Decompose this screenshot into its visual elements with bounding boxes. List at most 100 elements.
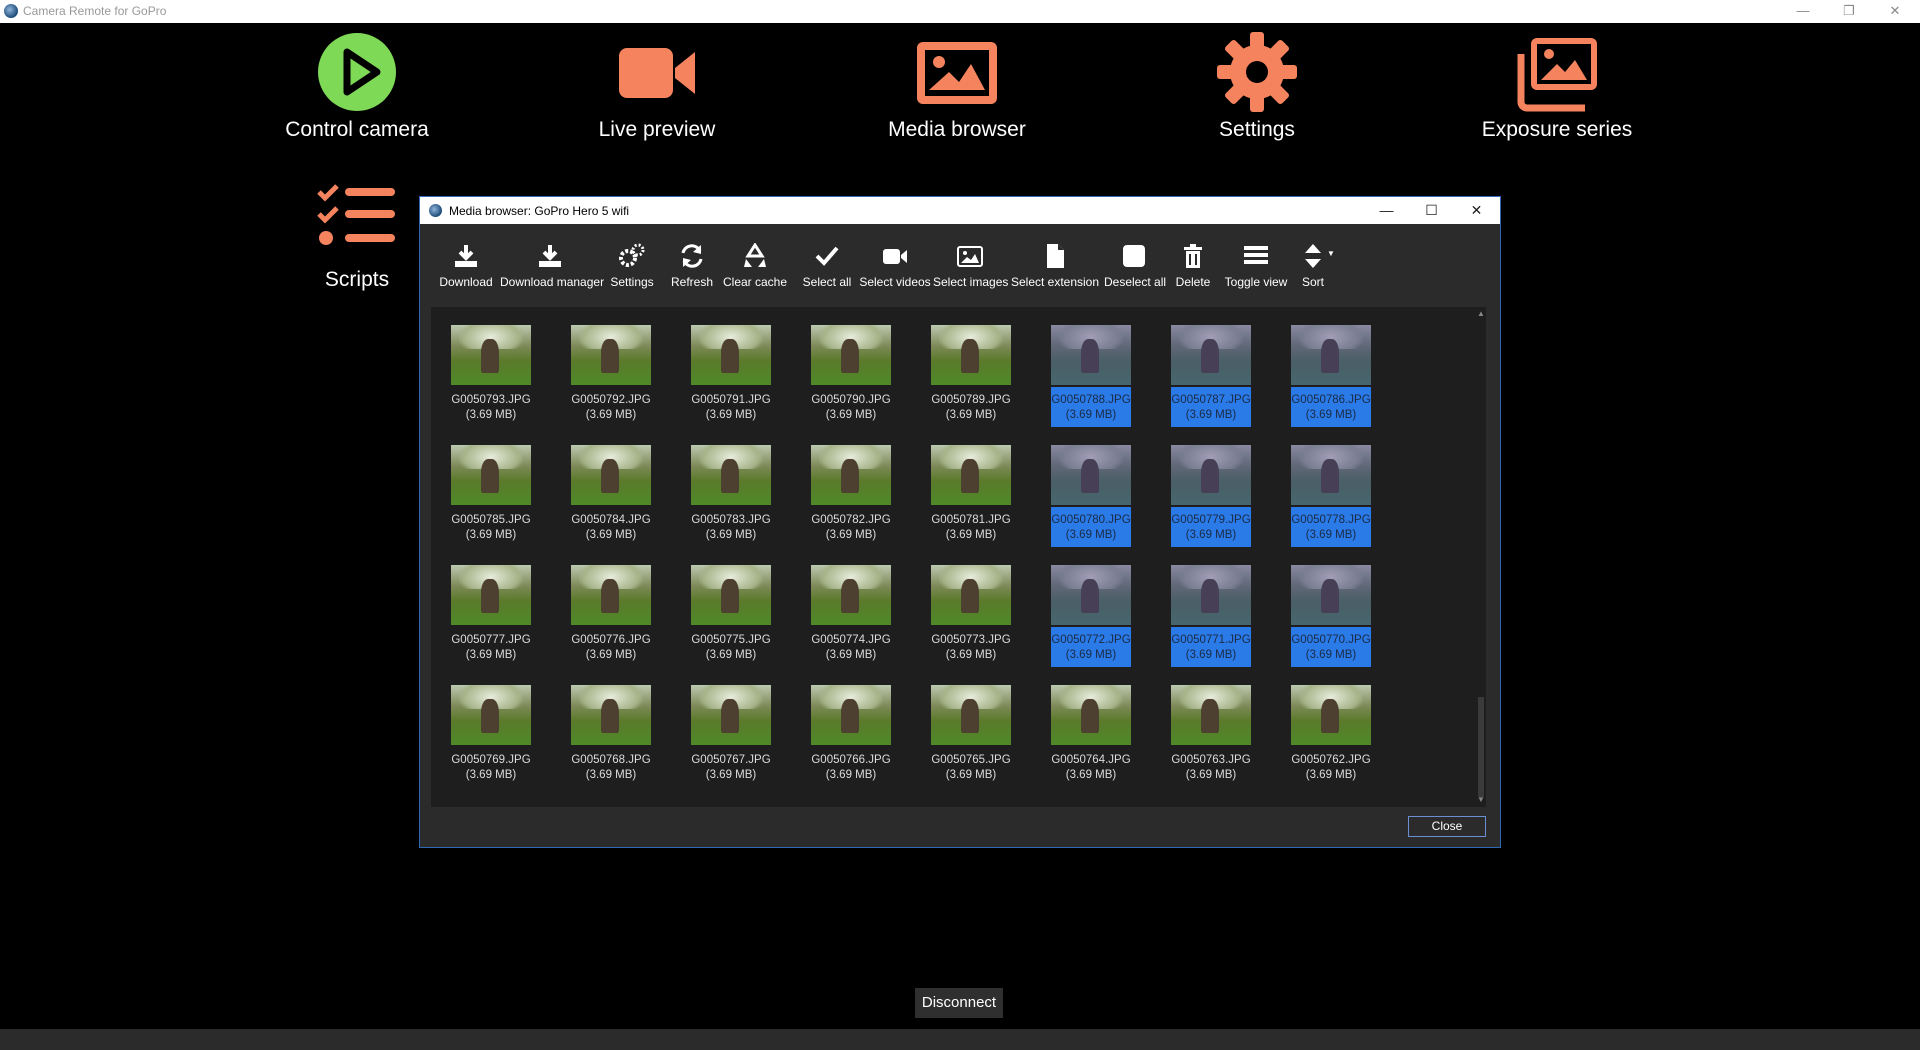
clear-cache-button[interactable]: Clear cache xyxy=(722,239,788,291)
file-size: (3.69 MB) xyxy=(825,529,877,541)
scroll-up-arrow[interactable]: ▲ xyxy=(1476,309,1486,319)
media-item[interactable]: G0050768.JPG (3.69 MB) xyxy=(571,685,651,797)
media-item[interactable]: G0050769.JPG (3.69 MB) xyxy=(451,685,531,797)
thumbnail-image xyxy=(1291,445,1371,505)
media-item[interactable]: G0050793.JPG (3.69 MB) xyxy=(451,325,531,437)
media-browser-dialog: Media browser: GoPro Hero 5 wifi — ☐ ✕ D… xyxy=(419,196,1501,848)
disconnect-button[interactable]: Disconnect xyxy=(915,988,1003,1018)
media-item[interactable]: G0050781.JPG (3.69 MB) xyxy=(931,445,1011,557)
file-name: G0050781.JPG xyxy=(931,514,1011,526)
media-item[interactable]: G0050763.JPG (3.69 MB) xyxy=(1171,685,1251,797)
minimize-button[interactable]: — xyxy=(1780,0,1826,23)
settings-button[interactable]: Settings xyxy=(604,239,660,291)
media-item[interactable]: G0050788.JPG (3.69 MB) xyxy=(1051,325,1131,437)
media-item[interactable]: G0050772.JPG (3.69 MB) xyxy=(1051,565,1131,677)
refresh-button[interactable]: Refresh xyxy=(664,239,720,291)
media-item-caption: G0050768.JPG (3.69 MB) xyxy=(571,751,651,787)
close-button[interactable]: Close xyxy=(1408,816,1486,837)
media-item[interactable]: G0050785.JPG (3.69 MB) xyxy=(451,445,531,557)
select-extension-button[interactable]: Select extension xyxy=(1010,239,1100,291)
media-item[interactable]: G0050774.JPG (3.69 MB) xyxy=(811,565,891,677)
file-size: (3.69 MB) xyxy=(1185,529,1237,541)
download-manager-button[interactable]: Download manager xyxy=(500,239,604,291)
media-item-caption: G0050776.JPG (3.69 MB) xyxy=(571,631,651,667)
media-item[interactable]: G0050787.JPG (3.69 MB) xyxy=(1171,325,1251,437)
file-size: (3.69 MB) xyxy=(705,409,757,421)
select-images-button[interactable]: Select images xyxy=(933,239,1008,291)
scroll-down-arrow[interactable]: ▼ xyxy=(1476,795,1486,805)
thumbnail-image xyxy=(451,565,531,625)
media-item[interactable]: G0050791.JPG (3.69 MB) xyxy=(691,325,771,437)
download-button[interactable]: Download xyxy=(436,239,496,291)
media-item[interactable]: G0050777.JPG (3.69 MB) xyxy=(451,565,531,677)
scrollbar-thumb[interactable] xyxy=(1478,697,1484,797)
file-name: G0050788.JPG xyxy=(1051,394,1131,406)
media-item[interactable]: G0050770.JPG (3.69 MB) xyxy=(1291,565,1371,677)
media-item[interactable]: G0050780.JPG (3.69 MB) xyxy=(1051,445,1131,557)
media-item[interactable]: G0050773.JPG (3.69 MB) xyxy=(931,565,1011,677)
thumbnail-image xyxy=(931,685,1011,745)
close-app-button[interactable]: ✕ xyxy=(1872,0,1918,23)
file-name: G0050771.JPG xyxy=(1171,634,1251,646)
select-all-button[interactable]: Select all xyxy=(796,239,858,291)
restore-button[interactable]: ❐ xyxy=(1826,0,1872,23)
tile-media-browser[interactable]: Media browser xyxy=(837,0,1077,141)
media-item-caption: G0050774.JPG (3.69 MB) xyxy=(811,631,891,667)
vertical-scrollbar[interactable]: ▲ ▼ xyxy=(1476,307,1486,807)
file-name: G0050791.JPG xyxy=(691,394,771,406)
thumbnail-image xyxy=(811,445,891,505)
media-item-caption: G0050772.JPG (3.69 MB) xyxy=(1051,627,1131,667)
dialog-maximize-button[interactable]: ☐ xyxy=(1409,197,1454,224)
media-item[interactable]: G0050779.JPG (3.69 MB) xyxy=(1171,445,1251,557)
tile-control-camera[interactable]: Control camera xyxy=(237,0,477,141)
tile-settings[interactable]: Settings xyxy=(1137,0,1377,141)
media-item[interactable]: G0050771.JPG (3.69 MB) xyxy=(1171,565,1251,677)
deselect-all-button[interactable]: Deselect all xyxy=(1104,239,1166,291)
media-item-caption: G0050770.JPG (3.69 MB) xyxy=(1291,627,1371,667)
media-item-caption: G0050789.JPG (3.69 MB) xyxy=(931,391,1011,427)
file-name: G0050786.JPG xyxy=(1291,394,1371,406)
delete-button[interactable]: Delete xyxy=(1168,239,1218,291)
status-bar xyxy=(0,1029,1920,1050)
tile-exposure-series[interactable]: Exposure series xyxy=(1437,0,1677,141)
list-icon xyxy=(1244,246,1268,264)
media-item[interactable]: G0050767.JPG (3.69 MB) xyxy=(691,685,771,797)
select-videos-button[interactable]: Select videos xyxy=(859,239,931,291)
media-item[interactable]: G0050778.JPG (3.69 MB) xyxy=(1291,445,1371,557)
file-name: G0050779.JPG xyxy=(1171,514,1251,526)
media-item[interactable]: G0050775.JPG (3.69 MB) xyxy=(691,565,771,677)
media-item[interactable]: G0050764.JPG (3.69 MB) xyxy=(1051,685,1131,797)
thumbnail-image xyxy=(451,325,531,385)
dialog-minimize-button[interactable]: — xyxy=(1364,197,1409,224)
file-size: (3.69 MB) xyxy=(945,529,997,541)
media-item[interactable]: G0050792.JPG (3.69 MB) xyxy=(571,325,651,437)
media-item[interactable]: G0050766.JPG (3.69 MB) xyxy=(811,685,891,797)
image-stack-icon xyxy=(1517,38,1597,112)
sort-button[interactable]: ▼ Sort xyxy=(1290,239,1336,291)
media-item[interactable]: G0050762.JPG (3.69 MB) xyxy=(1291,685,1371,797)
media-item[interactable]: G0050782.JPG (3.69 MB) xyxy=(811,445,891,557)
media-item[interactable]: G0050786.JPG (3.69 MB) xyxy=(1291,325,1371,437)
media-item-caption: G0050777.JPG (3.69 MB) xyxy=(451,631,531,667)
file-name: G0050792.JPG xyxy=(571,394,651,406)
checkmark-icon xyxy=(815,246,839,266)
file-size: (3.69 MB) xyxy=(1305,769,1357,781)
media-item[interactable]: G0050784.JPG (3.69 MB) xyxy=(571,445,651,557)
video-camera-icon xyxy=(619,48,695,98)
dialog-close-button[interactable]: ✕ xyxy=(1454,197,1499,224)
file-name: G0050765.JPG xyxy=(931,754,1011,766)
thumbnail-image xyxy=(1171,445,1251,505)
media-item[interactable]: G0050765.JPG (3.69 MB) xyxy=(931,685,1011,797)
media-item[interactable]: G0050776.JPG (3.69 MB) xyxy=(571,565,651,677)
media-item[interactable]: G0050789.JPG (3.69 MB) xyxy=(931,325,1011,437)
sort-icon xyxy=(1305,244,1321,268)
file-name: G0050774.JPG xyxy=(811,634,891,646)
media-item[interactable]: G0050783.JPG (3.69 MB) xyxy=(691,445,771,557)
media-item-caption: G0050788.JPG (3.69 MB) xyxy=(1051,387,1131,427)
thumbnail-image xyxy=(451,685,531,745)
tile-live-preview[interactable]: Live preview xyxy=(537,0,777,141)
toggle-view-button[interactable]: Toggle view xyxy=(1224,239,1288,291)
media-item-caption: G0050778.JPG (3.69 MB) xyxy=(1291,507,1371,547)
media-item[interactable]: G0050790.JPG (3.69 MB) xyxy=(811,325,891,437)
thumbnail-image xyxy=(571,445,651,505)
